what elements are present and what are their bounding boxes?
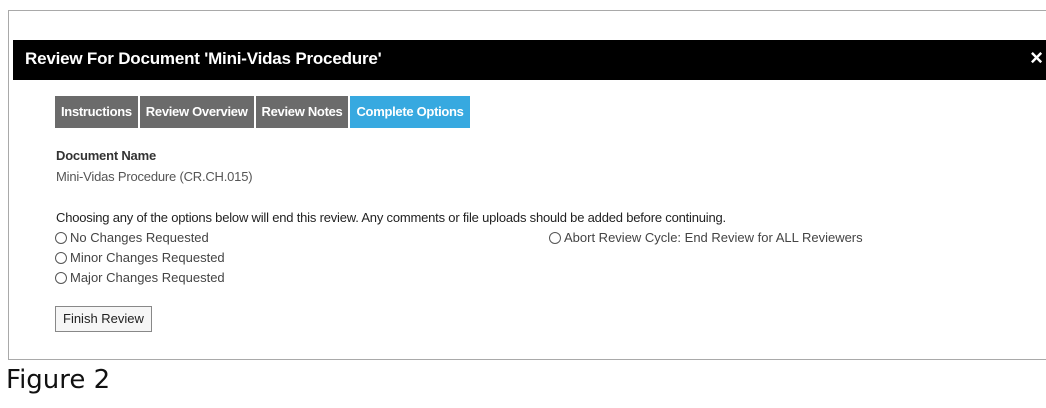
radio-no-changes[interactable] (55, 231, 67, 244)
document-name-label: Document Name (56, 148, 156, 163)
close-icon[interactable]: × (1030, 40, 1043, 76)
radio-minor-changes[interactable] (55, 251, 67, 264)
option-minor-changes-label: Minor Changes Requested (70, 250, 225, 265)
tab-bar: Instructions Review Overview Review Note… (55, 96, 472, 128)
tab-review-overview[interactable]: Review Overview (139, 96, 254, 128)
tab-review-notes[interactable]: Review Notes (255, 96, 349, 128)
figure-caption: Figure 2 (6, 365, 111, 395)
tab-complete-options[interactable]: Complete Options (350, 96, 470, 128)
document-name-value: Mini-Vidas Procedure (CR.CH.015) (56, 169, 253, 184)
option-no-changes[interactable]: No Changes Requested (55, 230, 209, 245)
option-no-changes-label: No Changes Requested (70, 230, 209, 245)
option-major-changes[interactable]: Major Changes Requested (55, 270, 225, 285)
review-notice: Choosing any of the options below will e… (56, 210, 726, 225)
radio-abort-review[interactable] (549, 231, 561, 244)
tab-instructions[interactable]: Instructions (55, 96, 138, 128)
finish-review-button[interactable]: Finish Review (55, 306, 152, 332)
option-abort-review[interactable]: Abort Review Cycle: End Review for ALL R… (549, 230, 863, 245)
option-major-changes-label: Major Changes Requested (70, 270, 225, 285)
dialog-title-bar: Review For Document 'Mini-Vidas Procedur… (13, 40, 1046, 80)
option-abort-review-label: Abort Review Cycle: End Review for ALL R… (564, 230, 863, 245)
option-minor-changes[interactable]: Minor Changes Requested (55, 250, 225, 265)
dialog-title: Review For Document 'Mini-Vidas Procedur… (25, 49, 382, 68)
radio-major-changes[interactable] (55, 271, 67, 284)
